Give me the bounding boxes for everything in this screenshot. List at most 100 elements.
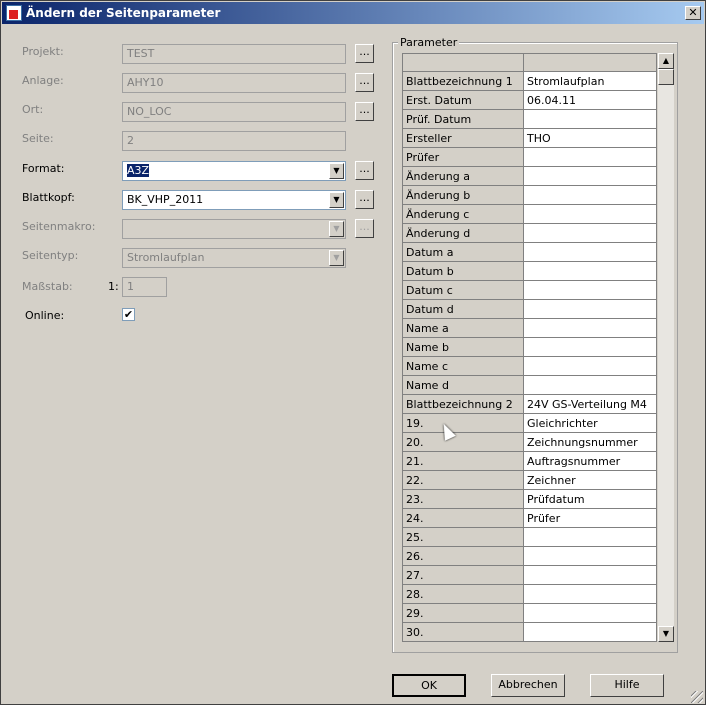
anlage-browse-button[interactable]: ... — [355, 73, 374, 92]
parameter-row[interactable]: Name c — [402, 356, 657, 376]
app-icon — [6, 5, 22, 21]
parameter-value-cell[interactable] — [523, 546, 657, 566]
parameter-value-cell[interactable] — [523, 261, 657, 281]
parameter-row[interactable]: 28. — [402, 584, 657, 604]
parameter-name-cell: Ersteller — [402, 128, 524, 148]
parameter-name-cell: Name d — [402, 375, 524, 395]
format-browse-button[interactable]: ... — [355, 161, 374, 180]
title-bar[interactable]: Ändern der Seitenparameter ✕ — [2, 2, 704, 24]
ok-button[interactable]: OK — [392, 674, 466, 697]
parameter-value-cell[interactable]: Prüfdatum — [523, 489, 657, 509]
parameter-name-cell: Blattbezeichnung 2 — [402, 394, 524, 414]
parameter-row[interactable]: Blattbezeichnung 2 24V GS-Verteilung M4 — [402, 394, 657, 414]
projekt-browse-button[interactable]: ... — [355, 44, 374, 63]
parameter-row[interactable]: 30. — [402, 622, 657, 642]
parameter-value-cell[interactable]: Zeichner — [523, 470, 657, 490]
parameter-name-cell: Name b — [402, 337, 524, 357]
parameter-row[interactable]: 24. Prüfer — [402, 508, 657, 528]
parameter-value-cell[interactable] — [523, 223, 657, 243]
parameter-value-cell[interactable]: 06.04.11 — [523, 90, 657, 110]
scroll-thumb[interactable] — [658, 69, 674, 85]
parameter-value-cell[interactable] — [523, 204, 657, 224]
parameter-name-cell: 29. — [402, 603, 524, 623]
parameter-row[interactable]: Datum c — [402, 280, 657, 300]
parameter-row[interactable]: Änderung a — [402, 166, 657, 186]
online-checkbox[interactable]: ✔ — [122, 308, 135, 321]
scroll-up-arrow-icon[interactable]: ▲ — [658, 53, 674, 69]
parameter-scrollbar[interactable]: ▲ ▼ — [658, 53, 674, 642]
parameter-row[interactable]: Änderung d — [402, 223, 657, 243]
parameter-row[interactable]: 27. — [402, 565, 657, 585]
parameter-value-cell[interactable] — [523, 109, 657, 129]
parameter-row[interactable]: 26. — [402, 546, 657, 566]
parameter-row[interactable]: Änderung b — [402, 185, 657, 205]
parameter-row[interactable]: Name a — [402, 318, 657, 338]
parameter-value-cell[interactable] — [523, 375, 657, 395]
parameter-row[interactable]: 20. Zeichnungsnummer — [402, 432, 657, 452]
blattkopf-combobox[interactable]: BK_VHP_2011 ▼ — [122, 190, 346, 210]
parameter-value-cell[interactable] — [523, 337, 657, 357]
parameter-row[interactable]: Datum d — [402, 299, 657, 319]
parameter-row[interactable]: 23. Prüfdatum — [402, 489, 657, 509]
parameter-row[interactable]: Datum b — [402, 261, 657, 281]
parameter-row[interactable]: Prüf. Datum — [402, 109, 657, 129]
parameter-name-cell: 24. — [402, 508, 524, 528]
parameter-value-cell[interactable] — [523, 242, 657, 262]
parameter-grid[interactable]: Blattbezeichnung 1 Stromlaufplan Erst. Dat… — [402, 53, 657, 642]
parameter-value-cell[interactable]: THO — [523, 128, 657, 148]
close-button[interactable]: ✕ — [685, 6, 701, 20]
parameter-row[interactable]: Name b — [402, 337, 657, 357]
cancel-button[interactable]: Abbrechen — [491, 674, 565, 697]
parameter-value-cell[interactable]: Prüfer — [523, 508, 657, 528]
parameter-value-cell[interactable]: Gleichrichter — [523, 413, 657, 433]
parameter-row[interactable]: Prüfer — [402, 147, 657, 167]
help-button[interactable]: Hilfe — [590, 674, 664, 697]
parameter-value-cell[interactable] — [523, 147, 657, 167]
parameter-value-cell[interactable] — [523, 527, 657, 547]
parameter-name-cell: 25. — [402, 527, 524, 547]
parameter-value-cell[interactable] — [523, 584, 657, 604]
parameter-name-cell: Änderung d — [402, 223, 524, 243]
parameter-row[interactable]: Ersteller THO — [402, 128, 657, 148]
parameter-row[interactable]: Datum a — [402, 242, 657, 262]
format-dropdown-arrow-icon[interactable]: ▼ — [329, 163, 344, 179]
parameter-row[interactable]: Änderung c — [402, 204, 657, 224]
parameter-row[interactable]: 25. — [402, 527, 657, 547]
projekt-label: Projekt: — [22, 45, 64, 58]
seitenmakro-label: Seitenmakro: — [22, 220, 96, 233]
parameter-value-cell[interactable] — [523, 299, 657, 319]
format-combobox[interactable]: A3Z ▼ — [122, 161, 346, 181]
parameter-row[interactable]: Blattbezeichnung 1 Stromlaufplan — [402, 71, 657, 91]
parameter-value-cell[interactable] — [523, 166, 657, 186]
blattkopf-browse-button[interactable]: ... — [355, 190, 374, 209]
seitentyp-dropdown-arrow-icon: ▼ — [329, 250, 344, 266]
parameter-value-cell[interactable]: 24V GS-Verteilung M4 — [523, 394, 657, 414]
parameter-name-cell: Datum c — [402, 280, 524, 300]
parameter-value-cell[interactable] — [523, 318, 657, 338]
parameter-value-cell[interactable]: Auftragsnummer — [523, 451, 657, 471]
parameter-value-cell[interactable] — [523, 565, 657, 585]
ort-browse-button[interactable]: ... — [355, 102, 374, 121]
parameter-name-cell: Datum d — [402, 299, 524, 319]
parameter-row[interactable]: Erst. Datum 06.04.11 — [402, 90, 657, 110]
parameter-row[interactable]: 29. — [402, 603, 657, 623]
scroll-down-arrow-icon[interactable]: ▼ — [658, 626, 674, 642]
window-title: Ändern der Seitenparameter — [26, 6, 221, 20]
parameter-name-cell: 26. — [402, 546, 524, 566]
parameter-name-cell: Name a — [402, 318, 524, 338]
parameter-name-cell: 28. — [402, 584, 524, 604]
parameter-row[interactable]: Name d — [402, 375, 657, 395]
parameter-value-cell[interactable]: Stromlaufplan — [523, 71, 657, 91]
parameter-value-cell[interactable]: Zeichnungsnummer — [523, 432, 657, 452]
blattkopf-label: Blattkopf: — [22, 191, 75, 204]
resize-grip-icon[interactable] — [691, 691, 703, 703]
parameter-value-cell[interactable] — [523, 356, 657, 376]
parameter-value-cell[interactable] — [523, 603, 657, 623]
parameter-row[interactable]: 21. Auftragsnummer — [402, 451, 657, 471]
parameter-value-cell[interactable] — [523, 280, 657, 300]
seitenmakro-dropdown-arrow-icon: ▼ — [329, 221, 344, 237]
parameter-value-cell[interactable] — [523, 622, 657, 642]
parameter-row[interactable]: 22. Zeichner — [402, 470, 657, 490]
parameter-value-cell[interactable] — [523, 185, 657, 205]
blattkopf-dropdown-arrow-icon[interactable]: ▼ — [329, 192, 344, 208]
